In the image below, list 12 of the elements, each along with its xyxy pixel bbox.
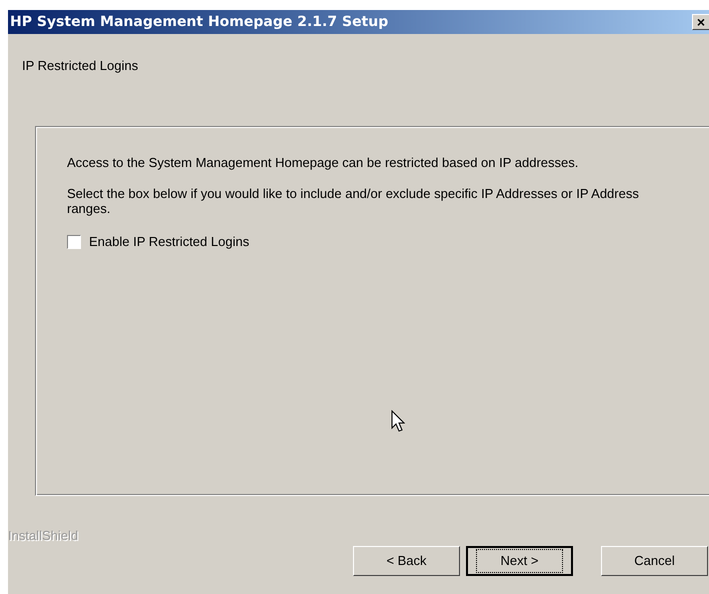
brand-label: InstallShield — [8, 528, 78, 543]
mouse-cursor-icon — [391, 410, 405, 432]
checkbox[interactable] — [67, 234, 81, 249]
checkbox-label[interactable]: Enable IP Restricted Logins — [89, 232, 250, 252]
description-text: Select the box below if you would like to include and/or exclude specific IP Addresses or IP Address ranges. — [67, 186, 640, 216]
wizard-button[interactable]: Cancel — [601, 546, 708, 576]
page-heading: IP Restricted Logins — [22, 58, 138, 73]
description-text: Access to the System Management Homepage can be restricted based on IP addresses. — [67, 155, 580, 170]
wizard-button[interactable]: < Back — [353, 546, 460, 576]
window-title: HP System Management Homepage 2.1.7 Setup — [10, 12, 388, 32]
close-button[interactable]: × — [692, 14, 709, 30]
wizard-button[interactable]: Next > — [466, 546, 573, 576]
